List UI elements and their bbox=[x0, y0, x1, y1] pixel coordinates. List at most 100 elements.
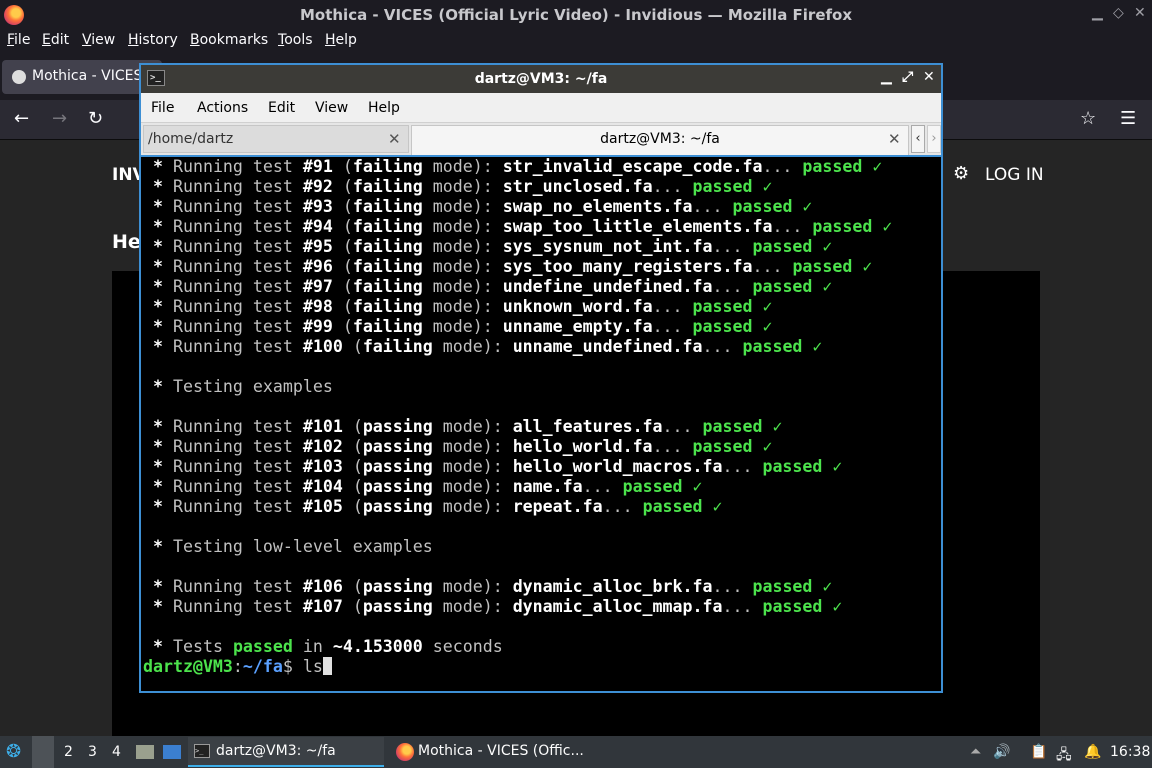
workspace-2[interactable]: 2 bbox=[64, 744, 73, 760]
punct: ... bbox=[582, 477, 623, 496]
terminal-tab-label: /home/dartz bbox=[148, 131, 234, 147]
terminal-tab-fa[interactable]: dartz@VM3: ~/fa ✕ bbox=[411, 125, 909, 155]
test-number: #91 bbox=[302, 157, 333, 176]
bookmark-star-icon[interactable]: ☆ bbox=[1080, 108, 1096, 129]
label: mode): bbox=[432, 457, 513, 476]
tab-scroll-left-icon[interactable]: ‹ bbox=[911, 125, 925, 153]
show-desktop-icon[interactable] bbox=[136, 745, 154, 759]
menu-file[interactable]: File bbox=[7, 32, 30, 48]
punct: ( bbox=[332, 237, 353, 256]
reload-icon[interactable]: ↻ bbox=[88, 108, 103, 129]
test-status: passed ✓ bbox=[702, 417, 783, 436]
terminal-maximize-icon[interactable]: ⤢ bbox=[902, 69, 913, 85]
test-file: str_invalid_escape_code.fa bbox=[502, 157, 763, 176]
settings-gear-icon[interactable]: ⚙ bbox=[953, 163, 969, 184]
test-file: repeat.fa bbox=[512, 497, 603, 516]
terminal-line: * Running test #103 (passing mode): hell… bbox=[143, 457, 939, 477]
punct: ( bbox=[342, 497, 363, 516]
tab-close-icon[interactable]: ✕ bbox=[388, 130, 401, 148]
task-firefox[interactable]: Mothica - VICES (Offic... bbox=[390, 737, 590, 767]
hamburger-menu-icon[interactable]: ☰ bbox=[1120, 108, 1136, 129]
upload-icon[interactable]: ⏶ bbox=[970, 744, 981, 760]
maximize-icon[interactable]: ◇ bbox=[1113, 5, 1124, 21]
tab-close-icon[interactable]: ✕ bbox=[888, 130, 901, 148]
terminal-task-icon: >_ bbox=[194, 744, 210, 758]
firefox-tab[interactable]: Mothica - VICES bbox=[2, 60, 162, 94]
test-mode: failing bbox=[352, 297, 423, 316]
test-file: sys_sysnum_not_int.fa bbox=[502, 237, 713, 256]
prompt-path: ~/fa bbox=[242, 657, 283, 676]
label: Tests bbox=[172, 637, 233, 656]
terminal-menu-help[interactable]: Help bbox=[368, 100, 400, 116]
back-icon[interactable]: ← bbox=[14, 108, 29, 129]
test-mode: passing bbox=[362, 497, 433, 516]
bullet: * bbox=[143, 417, 173, 436]
task-firefox-label: Mothica - VICES (Offic... bbox=[418, 743, 584, 759]
terminal-menu-actions[interactable]: Actions bbox=[197, 100, 248, 116]
tab-scroll-right-icon[interactable]: › bbox=[927, 125, 941, 153]
app-launcher-icon[interactable]: ❂ bbox=[6, 741, 21, 762]
punct: ( bbox=[342, 577, 363, 596]
test-status: passed ✓ bbox=[732, 197, 813, 216]
label: mode): bbox=[422, 177, 503, 196]
workspace-4[interactable]: 4 bbox=[112, 744, 121, 760]
test-number: #105 bbox=[302, 497, 343, 516]
task-terminal-label: dartz@VM3: ~/fa bbox=[216, 743, 336, 759]
terminal-output[interactable]: * Running test #91 ( failing mode): str_i… bbox=[143, 157, 939, 691]
terminal-tab-home[interactable]: /home/dartz ✕ bbox=[143, 125, 409, 153]
workspace-3[interactable]: 3 bbox=[88, 744, 97, 760]
punct: ( bbox=[342, 457, 363, 476]
test-number: #106 bbox=[302, 577, 343, 596]
label: Running test bbox=[172, 277, 303, 296]
terminal-menu-view[interactable]: View bbox=[315, 100, 348, 116]
test-status: passed ✓ bbox=[692, 177, 773, 196]
prompt-symbol: $ bbox=[282, 657, 303, 676]
label: mode): bbox=[432, 417, 513, 436]
bullet: * bbox=[143, 317, 173, 336]
terminal-line: * Running test #99 (failing mode): unnam… bbox=[143, 317, 939, 337]
punct: ( bbox=[342, 477, 363, 496]
label: mode): bbox=[432, 577, 513, 596]
login-link[interactable]: LOG IN bbox=[985, 165, 1044, 185]
minimize-icon[interactable]: ▁ bbox=[1092, 5, 1103, 21]
label: mode): bbox=[422, 257, 503, 276]
file-manager-icon[interactable] bbox=[163, 745, 181, 759]
punct: ... bbox=[692, 197, 733, 216]
prompt-user: dartz@VM3 bbox=[143, 657, 233, 676]
close-icon[interactable]: ✕ bbox=[1134, 5, 1146, 21]
clipboard-icon[interactable]: 📋 bbox=[1030, 744, 1047, 760]
terminal-close-icon[interactable]: ✕ bbox=[923, 69, 935, 85]
terminal-menu-file[interactable]: File bbox=[151, 100, 174, 116]
task-terminal[interactable]: >_ dartz@VM3: ~/fa bbox=[188, 737, 384, 767]
section-header: Testing examples bbox=[172, 377, 333, 396]
label: in bbox=[292, 637, 333, 656]
punct: ... bbox=[652, 437, 693, 456]
menu-view[interactable]: View bbox=[82, 32, 115, 48]
test-status: passed ✓ bbox=[622, 477, 703, 496]
test-status: passed ✓ bbox=[642, 497, 723, 516]
bullet: * bbox=[143, 277, 173, 296]
terminal-window[interactable]: >_ dartz@VM3: ~/fa ▁ ⤢ ✕ File Actions Ed… bbox=[139, 63, 943, 693]
terminal-line: * Testing low-level examples bbox=[143, 537, 939, 557]
forward-icon[interactable]: → bbox=[52, 108, 67, 129]
network-icon[interactable]: 🖧 bbox=[1056, 744, 1072, 768]
clock[interactable]: 16:38 bbox=[1110, 744, 1150, 760]
test-number: #93 bbox=[302, 197, 333, 216]
notifications-icon[interactable]: 🔔 bbox=[1084, 744, 1101, 760]
volume-icon[interactable]: 🔊 bbox=[993, 744, 1010, 760]
menu-help[interactable]: Help bbox=[325, 32, 357, 48]
bullet: * bbox=[143, 637, 173, 656]
test-status: passed ✓ bbox=[762, 597, 843, 616]
terminal-minimize-icon[interactable]: ▁ bbox=[881, 69, 892, 85]
terminal-titlebar: >_ dartz@VM3: ~/fa ▁ ⤢ ✕ bbox=[141, 65, 941, 93]
terminal-line: * Testing examples bbox=[143, 377, 939, 397]
terminal-menu-edit[interactable]: Edit bbox=[268, 100, 295, 116]
menu-bookmarks[interactable]: Bookmarks bbox=[190, 32, 268, 48]
menu-edit[interactable]: Edit bbox=[42, 32, 69, 48]
menu-tools[interactable]: Tools bbox=[278, 32, 313, 48]
punct: ... bbox=[752, 257, 793, 276]
menu-history[interactable]: History bbox=[128, 32, 178, 48]
punct: ... bbox=[722, 597, 763, 616]
